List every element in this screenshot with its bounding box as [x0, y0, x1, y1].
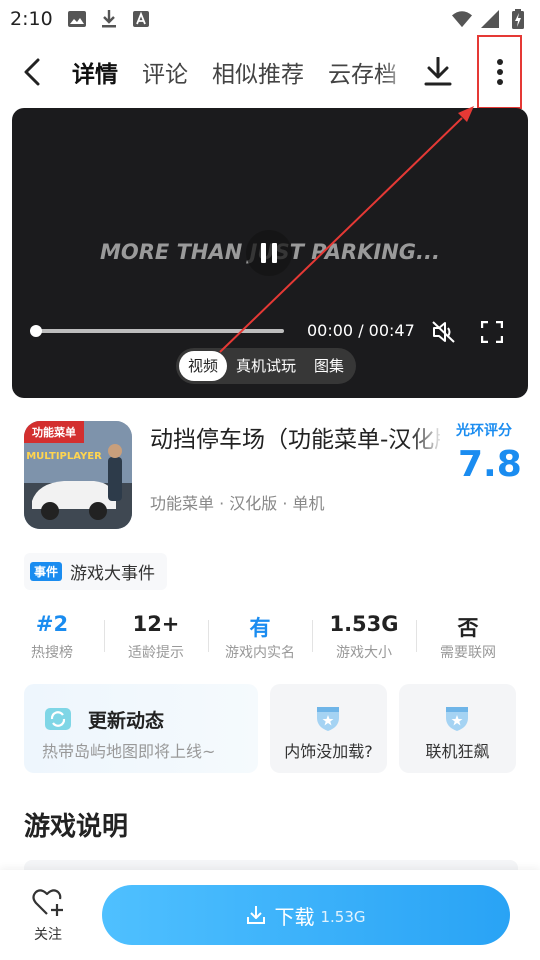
follow-button[interactable]: 关注 — [20, 886, 76, 948]
download-main-button[interactable]: 下载 1.53G — [102, 885, 510, 945]
tabs-fade — [382, 55, 412, 89]
game-event-chip[interactable]: 事件 游戏大事件 — [24, 553, 168, 590]
tab-similar[interactable]: 相似推荐 — [212, 55, 304, 89]
stat-real-name[interactable]: 有 游戏内实名 — [208, 612, 312, 662]
faq-card-online[interactable]: 联机狂飙 — [399, 684, 516, 773]
pause-button[interactable] — [246, 230, 292, 276]
heart-plus-icon — [32, 889, 63, 916]
video-progress-bar[interactable] — [30, 325, 284, 337]
fullscreen-icon — [481, 321, 503, 343]
wifi-icon — [452, 9, 472, 29]
stat-label: 游戏内实名 — [225, 645, 295, 661]
media-tab-video[interactable]: 视频 — [179, 351, 228, 381]
signal-icon — [480, 9, 500, 29]
stat-label: 热搜榜 — [31, 645, 73, 661]
event-badge: 事件 — [30, 562, 63, 581]
download-icon — [99, 9, 119, 29]
update-news-subtitle: 热带岛屿地图即将上线~ — [42, 742, 216, 761]
top-nav: 详情 评论 相似推荐 云存档 — [0, 35, 540, 109]
rating-value: 7.8 — [458, 444, 522, 485]
stats-row: #2 热搜榜 12+ 适龄提示 有 游戏内实名 1.53G 游戏大小 否 需要联… — [0, 612, 540, 662]
stat-value: 有 — [249, 616, 271, 640]
faq-card-label: 联机狂飙 — [425, 742, 490, 761]
battery-charging-icon — [508, 9, 528, 29]
stat-label: 需要联网 — [440, 645, 496, 661]
section-title-game-description: 游戏说明 — [24, 812, 129, 842]
faq-card-interior[interactable]: 内饰没加载? — [270, 684, 387, 773]
status-icons-left — [67, 9, 151, 29]
back-arrow-icon — [24, 58, 40, 86]
video-player[interactable]: MORE THAN JUST PARKING... 00:00 / 00:47 … — [12, 108, 528, 398]
more-vertical-icon — [496, 59, 503, 85]
app-title-fade — [410, 416, 444, 452]
download-tray-icon — [247, 906, 266, 924]
follow-label: 关注 — [34, 927, 62, 943]
stat-game-size[interactable]: 1.53G 游戏大小 — [312, 612, 416, 662]
stat-value: 1.53G — [329, 612, 399, 636]
fullscreen-button[interactable] — [478, 318, 506, 346]
stat-label: 适龄提示 — [128, 645, 184, 661]
status-bar: 2:10 — [0, 0, 540, 38]
media-tab-trial[interactable]: 真机试玩 — [227, 351, 305, 381]
event-text: 游戏大事件 — [70, 564, 156, 584]
video-progress-thumb[interactable] — [30, 325, 42, 337]
bottom-action-bar: 关注 下载 1.53G — [0, 870, 540, 960]
download-size: 1.53G — [320, 907, 366, 926]
back-button[interactable] — [10, 50, 54, 94]
app-title: 动挡停车场（功能菜单-汉化版） — [150, 427, 440, 453]
tab-comments[interactable]: 评论 — [142, 55, 188, 89]
mute-button[interactable] — [430, 318, 458, 346]
shield-star-icon — [446, 707, 468, 731]
stat-value: 12+ — [132, 612, 180, 636]
stat-value: 否 — [457, 616, 479, 640]
download-icon — [424, 57, 452, 86]
stat-age-rating[interactable]: 12+ 适龄提示 — [104, 612, 208, 662]
stat-hot-rank[interactable]: #2 热搜榜 — [0, 612, 104, 662]
faq-card-label: 内饰没加载? — [284, 742, 373, 761]
shield-star-icon — [317, 707, 339, 731]
stat-value: #2 — [35, 612, 69, 636]
tab-bar: 详情 评论 相似推荐 云存档 — [72, 55, 412, 89]
app-icon-text: MULTIPLAYER — [26, 451, 102, 462]
more-options-button[interactable] — [477, 35, 522, 109]
refresh-icon — [45, 708, 71, 730]
stat-label: 游戏大小 — [336, 645, 392, 661]
font-icon — [131, 9, 151, 29]
status-time: 2:10 — [10, 8, 53, 30]
app-icon-art: 功能菜单 MULTIPLAYER — [24, 421, 132, 529]
app-tags: 功能菜单 · 汉化版 · 单机 — [150, 494, 325, 513]
video-time: 00:00 / 00:47 — [307, 321, 415, 340]
pause-bar — [261, 243, 266, 263]
status-icons-right — [452, 9, 528, 29]
update-news-card[interactable]: 更新动态 热带岛屿地图即将上线~ — [24, 684, 258, 773]
app-icon[interactable]: 功能菜单 MULTIPLAYER — [24, 421, 132, 529]
download-button[interactable] — [418, 52, 458, 92]
media-tab-gallery[interactable]: 图集 — [305, 351, 353, 381]
tab-details[interactable]: 详情 — [72, 55, 118, 89]
rating-label: 光环评分 — [456, 423, 512, 439]
app-icon-badge: 功能菜单 — [32, 425, 76, 439]
stat-network[interactable]: 否 需要联网 — [416, 612, 520, 662]
update-news-title: 更新动态 — [88, 710, 165, 732]
media-tabs: 视频 真机试玩 图集 — [176, 348, 357, 384]
muted-speaker-icon — [432, 321, 455, 343]
download-label: 下载 — [274, 904, 315, 929]
image-icon — [67, 9, 87, 29]
pause-bar — [272, 243, 277, 263]
